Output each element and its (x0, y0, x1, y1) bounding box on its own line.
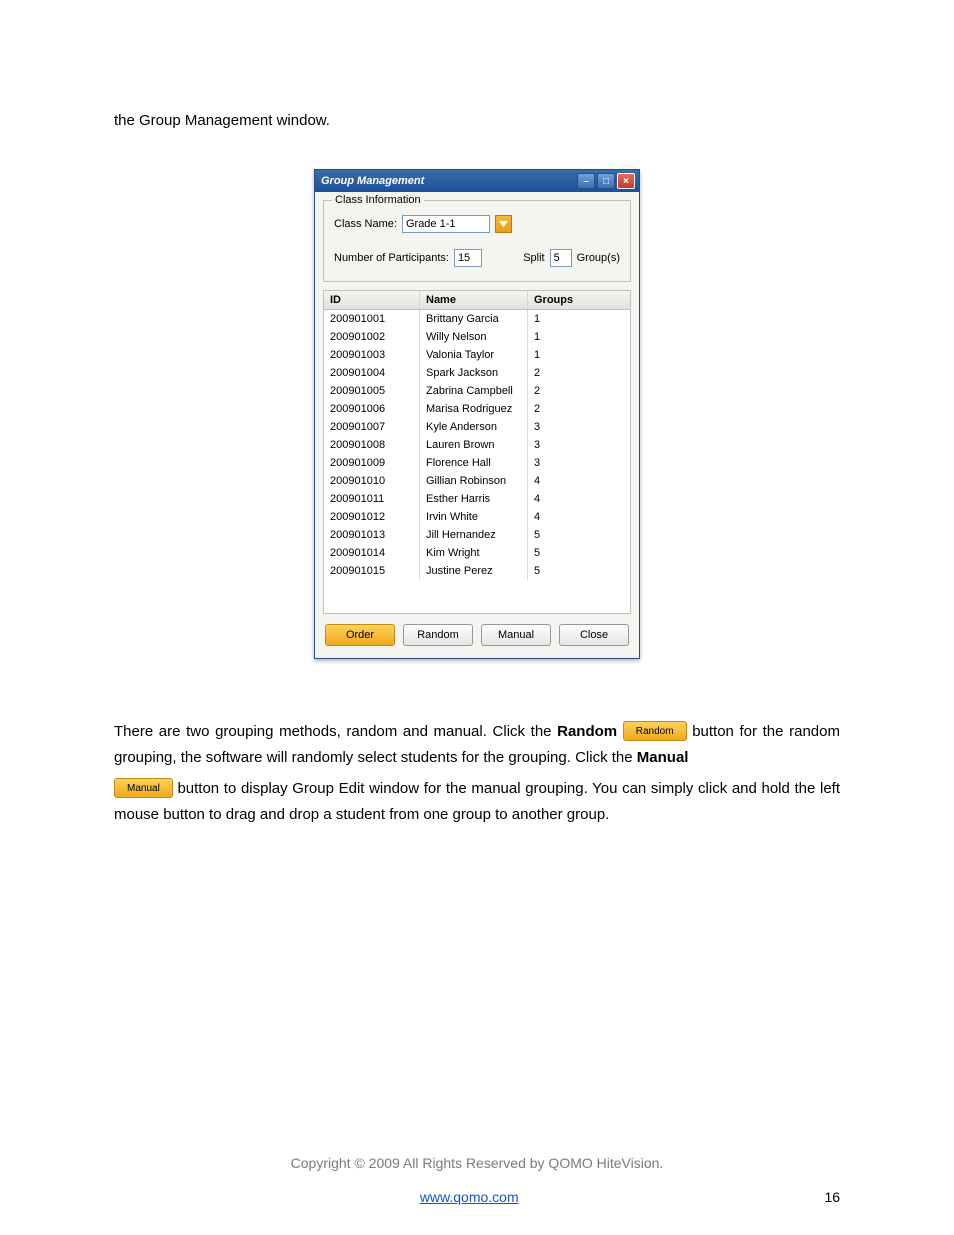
col-header-groups[interactable]: Groups (528, 291, 630, 309)
cell-id: 200901013 (324, 526, 420, 544)
table-row[interactable]: 200901008Lauren Brown3 (324, 436, 630, 454)
num-participants-input[interactable] (454, 249, 482, 267)
cell-id: 200901004 (324, 364, 420, 382)
manual-inline-button: Manual (114, 778, 173, 798)
class-name-dropdown-button[interactable] (495, 215, 512, 233)
cell-id: 200901012 (324, 508, 420, 526)
cell-name: Florence Hall (420, 454, 528, 472)
cell-name: Justine Perez (420, 562, 528, 580)
table-row[interactable]: 200901001Brittany Garcia1 (324, 310, 630, 328)
table-row[interactable]: 200901003Valonia Taylor1 (324, 346, 630, 364)
cell-group: 5 (528, 544, 630, 562)
cell-group: 3 (528, 454, 630, 472)
groups-suffix-label: Group(s) (577, 252, 620, 264)
intro-text: the Group Management window. (114, 112, 840, 129)
cell-group: 4 (528, 490, 630, 508)
cell-group: 1 (528, 346, 630, 364)
cell-id: 200901015 (324, 562, 420, 580)
cell-name: Spark Jackson (420, 364, 528, 382)
maximize-icon[interactable]: □ (597, 173, 615, 189)
cell-name: Brittany Garcia (420, 310, 528, 328)
group-management-window: Group Management – □ × Class Information… (314, 169, 640, 659)
cell-group: 4 (528, 472, 630, 490)
qomo-link[interactable]: www.qomo.com (420, 1189, 519, 1205)
cell-id: 200901002 (324, 328, 420, 346)
cell-group: 5 (528, 562, 630, 580)
col-header-id[interactable]: ID (324, 291, 420, 309)
cell-group: 4 (528, 508, 630, 526)
num-participants-label: Number of Participants: (334, 252, 449, 264)
cell-name: Zabrina Campbell (420, 382, 528, 400)
cell-name: Lauren Brown (420, 436, 528, 454)
table-row[interactable]: 200901014Kim Wright5 (324, 544, 630, 562)
minimize-icon[interactable]: – (577, 173, 595, 189)
cell-id: 200901006 (324, 400, 420, 418)
close-icon[interactable]: × (617, 173, 635, 189)
cell-id: 200901003 (324, 346, 420, 364)
cell-group: 3 (528, 418, 630, 436)
table-row[interactable]: 200901015Justine Perez5 (324, 562, 630, 580)
table-row[interactable]: 200901013Jill Hernandez5 (324, 526, 630, 544)
close-button[interactable]: Close (559, 624, 629, 646)
table-row[interactable]: 200901009Florence Hall3 (324, 454, 630, 472)
table-row[interactable]: 200901012Irvin White4 (324, 508, 630, 526)
table-row[interactable]: 200901006Marisa Rodriguez2 (324, 400, 630, 418)
cell-group: 2 (528, 400, 630, 418)
copyright-footer: Copyright © 2009 All Rights Reserved by … (0, 1155, 954, 1171)
cell-name: Kyle Anderson (420, 418, 528, 436)
cell-id: 200901009 (324, 454, 420, 472)
fieldset-legend: Class Information (332, 194, 424, 206)
body-paragraph-1: There are two grouping methods, random a… (114, 719, 840, 770)
manual-button[interactable]: Manual (481, 624, 551, 646)
cell-group: 5 (528, 526, 630, 544)
class-information-fieldset: Class Information Class Name: Number of … (323, 200, 631, 282)
cell-group: 1 (528, 310, 630, 328)
cell-id: 200901008 (324, 436, 420, 454)
cell-name: Marisa Rodriguez (420, 400, 528, 418)
cell-group: 2 (528, 382, 630, 400)
class-name-label: Class Name: (334, 218, 397, 230)
table-row[interactable]: 200901002Willy Nelson1 (324, 328, 630, 346)
cell-id: 200901011 (324, 490, 420, 508)
table-row[interactable]: 200901004Spark Jackson2 (324, 364, 630, 382)
cell-id: 200901007 (324, 418, 420, 436)
table-row[interactable]: 200901011Esther Harris4 (324, 490, 630, 508)
random-inline-button: Random (623, 721, 687, 741)
cell-name: Kim Wright (420, 544, 528, 562)
col-header-name[interactable]: Name (420, 291, 528, 309)
cell-id: 200901010 (324, 472, 420, 490)
window-titlebar: Group Management – □ × (315, 170, 639, 192)
cell-name: Valonia Taylor (420, 346, 528, 364)
cell-group: 1 (528, 328, 630, 346)
cell-id: 200901005 (324, 382, 420, 400)
table-row[interactable]: 200901005Zabrina Campbell2 (324, 382, 630, 400)
split-label: Split (523, 252, 544, 264)
cell-name: Esther Harris (420, 490, 528, 508)
cell-group: 2 (528, 364, 630, 382)
table-row[interactable]: 200901007Kyle Anderson3 (324, 418, 630, 436)
cell-id: 200901014 (324, 544, 420, 562)
class-name-input[interactable] (402, 215, 490, 233)
random-button[interactable]: Random (403, 624, 473, 646)
chevron-down-icon (499, 221, 508, 227)
cell-name: Jill Hernandez (420, 526, 528, 544)
window-title: Group Management (319, 175, 424, 187)
cell-name: Gillian Robinson (420, 472, 528, 490)
page-number: 16 (824, 1189, 840, 1205)
cell-name: Willy Nelson (420, 328, 528, 346)
split-input[interactable] (550, 249, 572, 267)
participants-table: ID Name Groups 200901001Brittany Garcia1… (323, 290, 631, 614)
body-paragraph-2: Manual button to display Group Edit wind… (114, 776, 840, 827)
order-button[interactable]: Order (325, 624, 395, 646)
cell-group: 3 (528, 436, 630, 454)
cell-name: Irvin White (420, 508, 528, 526)
cell-id: 200901001 (324, 310, 420, 328)
table-row[interactable]: 200901010Gillian Robinson4 (324, 472, 630, 490)
